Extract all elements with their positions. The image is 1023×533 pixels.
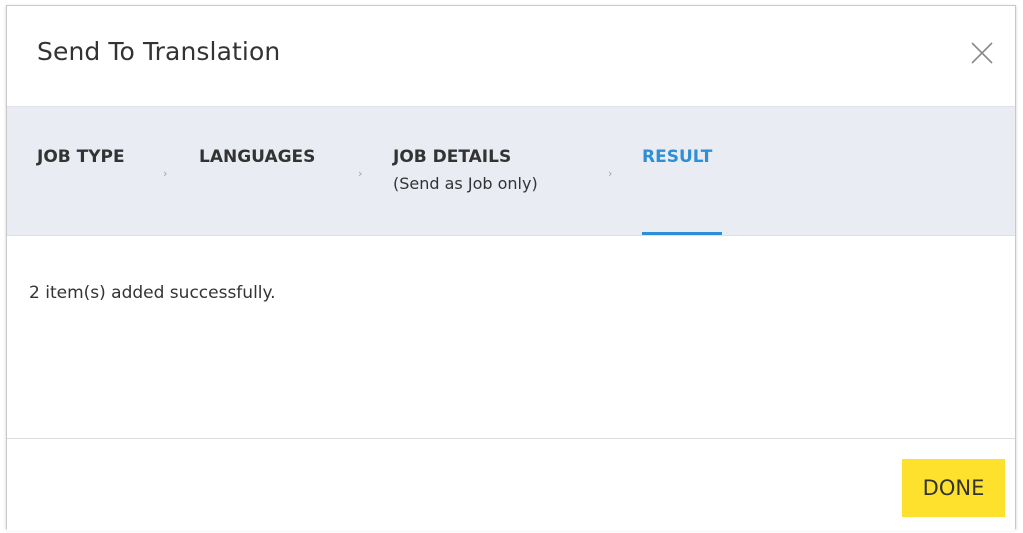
send-to-translation-dialog: Send To Translation JOB TYPE › LANGUAGES… — [6, 5, 1016, 531]
done-button[interactable]: DONE — [902, 459, 1005, 517]
chevron-right-icon: › — [608, 167, 613, 180]
active-step-indicator — [642, 232, 722, 235]
step-job-details[interactable]: JOB DETAILS (Send as Job only) — [393, 147, 538, 193]
dialog-title: Send To Translation — [37, 37, 281, 66]
dialog-footer: DONE — [7, 438, 1015, 531]
step-sublabel: (Send as Job only) — [393, 174, 538, 193]
step-label: JOB DETAILS — [393, 147, 512, 167]
dialog-header: Send To Translation — [7, 6, 1015, 106]
step-label: JOB TYPE — [37, 147, 125, 167]
result-message: 2 item(s) added successfully. — [29, 283, 276, 303]
step-result[interactable]: RESULT — [642, 147, 712, 167]
close-button[interactable] — [969, 40, 995, 66]
dialog-content: 2 item(s) added successfully. — [7, 236, 1015, 438]
chevron-right-icon: › — [163, 167, 168, 180]
chevron-right-icon: › — [358, 167, 363, 180]
step-languages[interactable]: LANGUAGES — [199, 147, 315, 167]
close-icon — [971, 42, 993, 64]
step-label: RESULT — [642, 147, 713, 167]
wizard-stepper: JOB TYPE › LANGUAGES › JOB DETAILS (Send… — [7, 106, 1015, 236]
step-label: LANGUAGES — [199, 147, 316, 167]
step-job-type[interactable]: JOB TYPE — [37, 147, 125, 167]
